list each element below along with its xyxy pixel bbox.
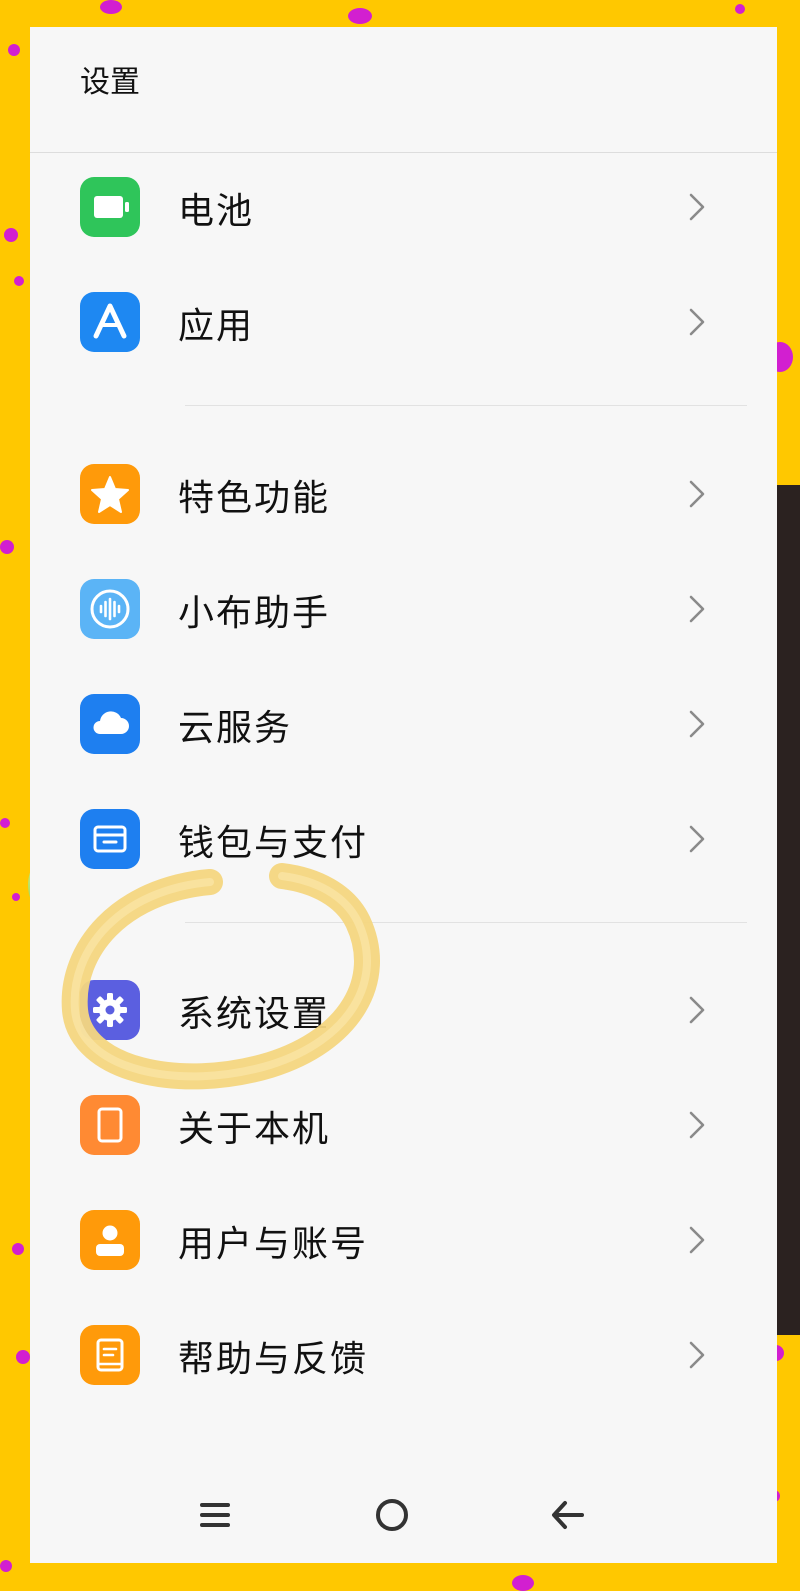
settings-screen: 设置 电池 应用 特色功能 小布助手 云服务 钱包与支付 系统设置 关于本机 用…: [30, 27, 777, 1563]
background-dot: [512, 1575, 534, 1591]
menu-icon[interactable]: [193, 1493, 237, 1537]
gear-icon: [80, 980, 140, 1040]
settings-item-battery[interactable]: 电池: [30, 152, 777, 262]
apps-icon: [80, 292, 140, 352]
settings-item-label: 应用: [178, 306, 255, 347]
chevron-right-icon: [689, 1226, 705, 1254]
settings-item-label: 钱包与支付: [178, 823, 369, 864]
chevron-right-icon: [689, 595, 705, 623]
background-photo-edge: [775, 485, 800, 1335]
home-icon[interactable]: [370, 1493, 414, 1537]
settings-item-features[interactable]: 特色功能: [30, 439, 777, 549]
navigation-bar: [30, 1463, 777, 1563]
settings-item-label: 云服务: [178, 708, 293, 749]
settings-item-label: 电池: [178, 191, 255, 232]
background-dot: [12, 893, 20, 901]
section-divider: [185, 405, 747, 406]
chevron-right-icon: [689, 996, 705, 1024]
settings-item-system[interactable]: 系统设置: [30, 955, 777, 1065]
voice-assistant-icon: [80, 579, 140, 639]
cloud-icon: [80, 694, 140, 754]
star-icon: [80, 464, 140, 524]
settings-item-label: 用户与账号: [178, 1224, 369, 1265]
background-dot: [8, 44, 20, 56]
chevron-right-icon: [689, 480, 705, 508]
background-dot: [100, 0, 122, 14]
background-dot: [16, 1350, 30, 1364]
settings-item-label: 关于本机: [178, 1109, 331, 1150]
header: 设置: [30, 27, 777, 153]
battery-icon: [80, 177, 140, 237]
background-dot: [735, 4, 745, 14]
background-dot: [4, 228, 18, 242]
help-book-icon: [80, 1325, 140, 1385]
settings-item-assistant[interactable]: 小布助手: [30, 554, 777, 664]
settings-item-cloud[interactable]: 云服务: [30, 669, 777, 779]
back-icon[interactable]: [545, 1493, 589, 1537]
background-dot: [0, 818, 10, 828]
chevron-right-icon: [689, 710, 705, 738]
background-dot: [0, 1560, 12, 1572]
background-dot: [14, 276, 24, 286]
chevron-right-icon: [689, 308, 705, 336]
settings-item-help[interactable]: 帮助与反馈: [30, 1300, 777, 1410]
settings-item-label: 小布助手: [178, 593, 331, 634]
settings-item-label: 系统设置: [178, 994, 331, 1035]
wallet-icon: [80, 809, 140, 869]
background-dot: [348, 8, 372, 24]
settings-item-label: 特色功能: [178, 478, 331, 519]
chevron-right-icon: [689, 825, 705, 853]
settings-item-account[interactable]: 用户与账号: [30, 1185, 777, 1295]
settings-item-about[interactable]: 关于本机: [30, 1070, 777, 1180]
settings-item-wallet[interactable]: 钱包与支付: [30, 784, 777, 894]
background-dot: [12, 1243, 24, 1255]
user-icon: [80, 1210, 140, 1270]
page-title: 设置: [80, 65, 140, 100]
chevron-right-icon: [689, 1111, 705, 1139]
background-dot: [0, 540, 14, 554]
settings-item-apps[interactable]: 应用: [30, 267, 777, 377]
section-divider: [185, 922, 747, 923]
settings-item-label: 帮助与反馈: [178, 1339, 369, 1380]
phone-icon: [80, 1095, 140, 1155]
chevron-right-icon: [689, 193, 705, 221]
chevron-right-icon: [689, 1341, 705, 1369]
